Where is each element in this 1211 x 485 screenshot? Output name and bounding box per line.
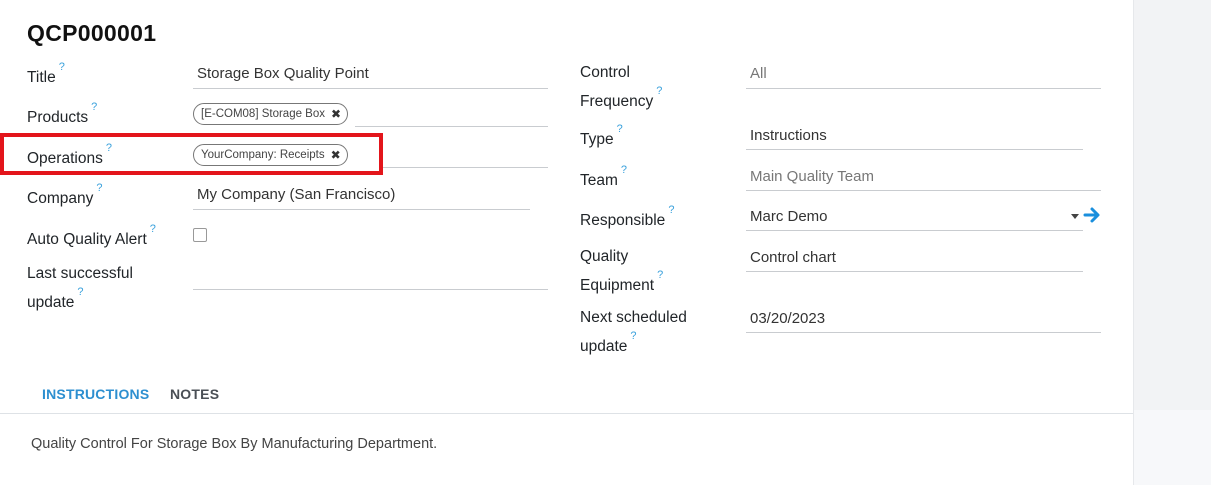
remove-tag-icon[interactable]: ✖ bbox=[331, 104, 341, 124]
arrow-right-icon[interactable] bbox=[1083, 205, 1103, 225]
team-select[interactable]: Main Quality Team bbox=[750, 167, 874, 187]
last-update-label-line1: Last successful bbox=[27, 265, 133, 282]
title-label-text: Title bbox=[27, 69, 56, 87]
form-sheet: QCP000001 Title? Storage Box Quality Poi… bbox=[0, 0, 1133, 485]
type-label: Type? bbox=[580, 123, 623, 152]
next-update-label-line1: Next scheduled bbox=[580, 309, 687, 326]
instructions-content[interactable]: Quality Control For Storage Box By Manuf… bbox=[31, 436, 437, 452]
operation-tag-label: YourCompany: Receipts bbox=[201, 149, 325, 161]
product-tag-label: [E-COM08] Storage Box bbox=[201, 108, 325, 120]
company-label-text: Company bbox=[27, 190, 94, 208]
control-frequency-underline bbox=[746, 88, 1101, 89]
quality-equipment-label-line2: Equipment bbox=[580, 277, 655, 295]
title-label: Title? bbox=[27, 61, 65, 90]
team-underline bbox=[746, 190, 1101, 191]
title-input-underline bbox=[193, 88, 548, 89]
team-label-text: Team bbox=[580, 172, 618, 190]
next-update-label: Next scheduled update? bbox=[580, 306, 687, 359]
quality-equipment-select[interactable]: Control chart bbox=[750, 248, 836, 268]
last-update-label-line2: update bbox=[27, 294, 75, 312]
company-input-underline bbox=[193, 209, 530, 210]
help-icon[interactable]: ? bbox=[621, 164, 627, 176]
quality-equipment-label-line1: Quality bbox=[580, 248, 629, 265]
operations-label: Operations? bbox=[27, 142, 112, 171]
chevron-down-icon[interactable] bbox=[1071, 214, 1079, 219]
help-icon[interactable]: ? bbox=[617, 123, 623, 135]
type-select[interactable]: Instructions bbox=[750, 126, 827, 146]
side-panel-lower bbox=[1134, 410, 1211, 485]
side-panel bbox=[1133, 0, 1211, 485]
team-label: Team? bbox=[580, 164, 627, 193]
quality-equipment-underline bbox=[746, 271, 1083, 272]
responsible-label: Responsible? bbox=[580, 204, 674, 233]
help-icon[interactable]: ? bbox=[656, 85, 662, 97]
remove-tag-icon[interactable]: ✖ bbox=[331, 145, 341, 165]
last-update-input-underline bbox=[193, 289, 548, 290]
product-tag[interactable]: [E-COM08] Storage Box ✖ bbox=[193, 103, 349, 125]
control-frequency-label: Control Frequency? bbox=[580, 61, 662, 114]
responsible-label-text: Responsible bbox=[580, 212, 666, 230]
next-update-label-line2: update bbox=[580, 338, 628, 356]
control-frequency-label-line2: Frequency bbox=[580, 93, 654, 111]
help-icon[interactable]: ? bbox=[668, 204, 674, 216]
quality-equipment-label: Quality Equipment? bbox=[580, 245, 663, 298]
company-input[interactable]: My Company (San Francisco) bbox=[197, 185, 395, 205]
last-update-label: Last successful update? bbox=[27, 262, 133, 315]
operations-label-text: Operations bbox=[27, 150, 103, 168]
auto-alert-label: Auto Quality Alert? bbox=[27, 223, 156, 252]
products-label: Products? bbox=[27, 101, 97, 130]
operation-tag[interactable]: YourCompany: Receipts ✖ bbox=[193, 144, 348, 166]
type-label-text: Type bbox=[580, 131, 614, 149]
help-icon[interactable]: ? bbox=[150, 223, 156, 235]
control-frequency-label-line1: Control bbox=[580, 64, 630, 81]
tabs-divider bbox=[0, 413, 1133, 414]
control-frequency-select[interactable]: All bbox=[750, 64, 767, 84]
help-icon[interactable]: ? bbox=[59, 61, 65, 73]
tab-instructions[interactable]: INSTRUCTIONS bbox=[42, 386, 149, 402]
help-icon[interactable]: ? bbox=[657, 269, 663, 281]
next-update-date-input[interactable]: 03/20/2023 bbox=[750, 309, 825, 329]
help-icon[interactable]: ? bbox=[106, 142, 112, 154]
responsible-select[interactable]: Marc Demo bbox=[750, 207, 828, 227]
operations-input-underline[interactable] bbox=[383, 167, 548, 168]
auto-alert-checkbox[interactable] bbox=[193, 228, 207, 242]
products-input-underline[interactable] bbox=[355, 126, 548, 127]
auto-alert-label-text: Auto Quality Alert bbox=[27, 231, 147, 249]
title-input[interactable]: Storage Box Quality Point bbox=[197, 64, 369, 84]
tab-notes[interactable]: NOTES bbox=[170, 386, 219, 402]
products-label-text: Products bbox=[27, 109, 89, 127]
record-title: QCP000001 bbox=[27, 20, 157, 46]
help-icon[interactable]: ? bbox=[96, 182, 102, 194]
company-label: Company? bbox=[27, 182, 102, 211]
help-icon[interactable]: ? bbox=[77, 286, 83, 298]
next-update-underline bbox=[746, 332, 1101, 333]
responsible-underline bbox=[746, 230, 1083, 231]
help-icon[interactable]: ? bbox=[630, 330, 636, 342]
help-icon[interactable]: ? bbox=[91, 101, 97, 113]
type-underline bbox=[746, 149, 1083, 150]
